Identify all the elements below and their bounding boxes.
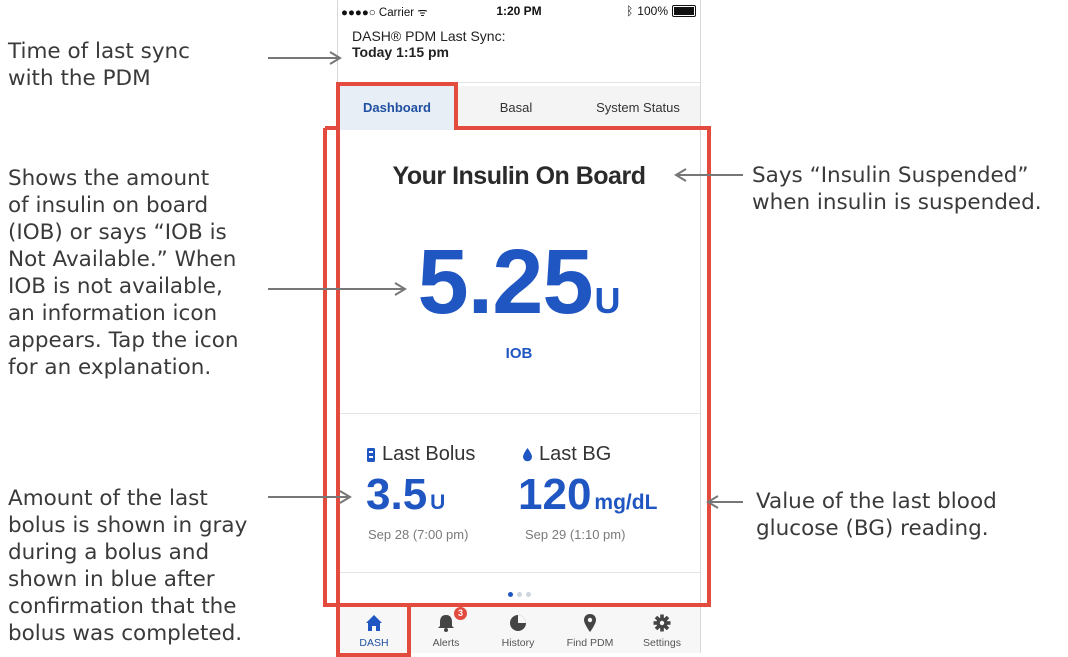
page-dot-2[interactable] [516,592,522,597]
callout-bolus: Amount of the last bolus is shown in gra… [8,486,248,646]
tab-bar: Dashboard Basal System Status [338,86,700,130]
alerts-badge: 3 [454,607,467,620]
nav-find-pdm[interactable]: Find PDM [554,605,626,653]
iob-unit: U [594,280,621,321]
last-bg-label: Last BG [522,443,611,466]
callout-iob: Shows the amount of insulin on board (IO… [8,166,239,380]
gear-icon [653,614,671,632]
last-sync: DASH® PDM Last Sync: Today 1:15 pm [352,28,505,60]
drop-icon [523,448,532,462]
tab-basal[interactable]: Basal [456,86,576,130]
status-bar: ●●●●○ Carrier ᯤ 1:20 PM ᛒ 100% [338,0,700,22]
nav-history[interactable]: History [482,605,554,653]
stats-divider [338,572,700,573]
page-dot-3[interactable] [525,592,531,597]
iob-number: 5.25 [417,231,593,333]
callout-suspended: Says “Insulin Suspended” when insulin is… [752,163,1042,215]
page-indicator[interactable] [338,584,700,602]
header-divider [338,82,700,83]
iob-value: 5.25U [338,230,700,335]
last-sync-label: DASH® PDM Last Sync: [352,28,506,44]
home-icon [366,615,382,631]
callout-bg: Value of the last blood glucose (BG) rea… [756,489,997,541]
page-dot-1[interactable] [507,592,513,597]
battery-icon [672,5,696,17]
last-sync-time: Today 1:15 pm [352,44,449,60]
phone-screen: ●●●●○ Carrier ᯤ 1:20 PM ᛒ 100% DASH® PDM… [337,0,701,653]
last-bg-value: 120 mg/dL [518,470,658,519]
iob-label: IOB [505,345,533,362]
status-right: ᛒ 100% [626,4,696,18]
nav-alerts[interactable]: 3 Alerts [410,605,482,653]
tab-system-status[interactable]: System Status [576,86,700,130]
last-bg-date: Sep 29 (1:10 pm) [525,527,626,542]
last-bolus-label: Last Bolus [366,443,475,466]
location-pin-icon [584,614,596,632]
iob-divider [338,413,700,414]
bluetooth-icon: ᛒ [626,4,634,18]
bottom-nav: DASH 3 Alerts History Find PDM Settings [338,604,700,653]
last-bolus-date: Sep 28 (7:00 pm) [368,527,469,542]
iob-title: Your Insulin On Board [392,162,646,190]
tab-dashboard[interactable]: Dashboard [338,86,456,130]
pie-chart-icon [510,615,526,631]
pod-icon [367,447,375,462]
nav-dash[interactable]: DASH [338,605,410,653]
callout-sync: Time of last sync with the PDM [8,39,190,91]
last-bolus-value: 3.5 U [366,470,446,519]
nav-settings[interactable]: Settings [626,605,698,653]
bell-icon [438,615,454,632]
battery-percent: 100% [637,4,668,18]
